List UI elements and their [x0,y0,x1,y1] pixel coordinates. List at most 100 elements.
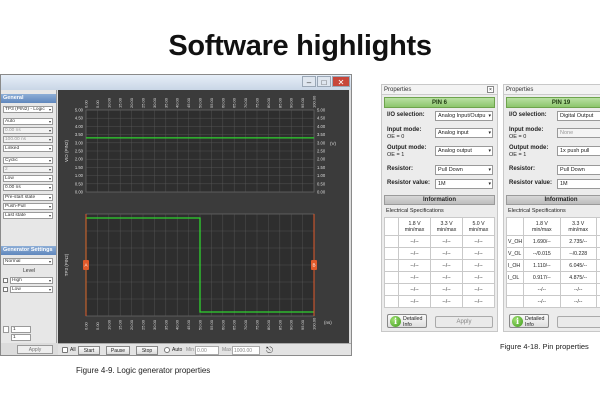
resistor-select[interactable]: Pull Down [557,165,600,175]
close-icon[interactable]: ✕ [332,76,350,87]
x-tick-label-bottom: 85.00 [277,319,282,330]
setting-field[interactable]: Auto ▾ [3,118,53,125]
max-label: Max [222,347,232,353]
setting-field[interactable]: 0.00 ns ▾ [3,127,53,134]
y-tick-label-right: 5.00 [317,108,326,113]
apply-button[interactable]: Apply [435,316,493,328]
x-tick-label-bottom: 60.00 [220,319,225,330]
setting-field[interactable]: Linked ▾ [3,145,53,152]
properties-header: Properties [382,85,497,95]
maximize-icon[interactable]: □ [317,76,331,87]
setting-field[interactable]: Push-Pull ▾ [3,203,53,210]
row-name-cell [384,247,399,260]
x-tick-label-top: 50.00 [198,97,203,108]
section-generator-settings[interactable]: Generator Settings [1,246,56,255]
setting-field[interactable]: Pre-start state ▾ [3,194,53,201]
max-input[interactable]: 1000.00 [232,346,260,355]
input-mode-label-text: Input mode: [387,127,422,133]
spin-a[interactable]: 1 [11,326,31,333]
table-cell: 6.045/-- [559,259,597,272]
information-header[interactable]: Information [506,195,600,205]
signal-plot-svg[interactable]: 5.00 5.00 4.50 4.50 4.00 4.00 3.50 3.50 3.00 3.00… [58,90,349,343]
table-cell: 7.21 [595,271,600,284]
mode-select[interactable]: Normal ▾ [3,258,53,265]
setting-field[interactable]: Low ▾ [3,175,53,182]
chevron-down-icon: ▾ [48,107,51,112]
y-tick-label: 3.00 [75,140,84,145]
apply-button[interactable] [557,316,600,328]
y-tick-label-right: 0.00 [317,190,326,195]
detailed-info-button[interactable]: i Detailed Info [509,314,549,328]
x-tick-label-top: 5.00 [95,99,100,108]
output-mode-label-text: Output mode: [387,145,427,151]
table-row: --/----/----/ [505,283,600,296]
table-row: V_OL--/0.015--/0.228--/0. [505,247,600,260]
io-selection-select[interactable]: Analog Input/Outpu ▾ [435,111,493,121]
level-high-select[interactable]: High ▾ [10,277,53,284]
table-cell: --/0.015 [523,247,561,260]
all-checkbox[interactable] [62,347,68,353]
spin-b[interactable]: 1 [11,334,31,341]
table-row: --/-- --/-- --/-- [384,271,495,284]
stop-button[interactable]: Stop [136,346,158,355]
input-mode-select[interactable]: None [557,128,600,138]
table-row: --/-- --/-- --/-- [384,247,495,260]
output-mode-select[interactable]: Analog output ▾ [435,146,493,156]
input-mode-select[interactable]: Analog input ▾ [435,128,493,138]
chevron-down-icon: ▾ [48,128,51,133]
export-icon[interactable]: ⎋ [266,345,273,355]
logic-generator-window: – □ ✕ General TP3 (PIN2) - Logic ▾ Auto ▾ 0… [0,74,352,356]
resistor-value-select[interactable]: 1M ▾ [435,179,493,189]
table-cell: 4.19 [595,235,600,248]
info-icon: i [390,316,401,327]
detailed-info-button[interactable]: i Detailed Info [387,314,427,328]
x-tick-label-bottom: 100.00 [312,317,317,330]
io-selection-value: Analog Input/Outpu [438,113,486,119]
table-cell: --/-- [430,247,463,260]
io-selection-value: Digital Output [560,113,594,119]
setting-field[interactable]: Last state ▾ [3,212,53,219]
start-button[interactable]: Start [78,346,100,355]
x-tick-label-top: 75.00 [255,97,260,108]
table-header-cell [505,217,525,236]
io-selection-select[interactable]: Digital Output [557,111,600,121]
information-header[interactable]: Information [384,195,495,205]
section-general[interactable]: General [1,94,56,103]
level-low-color-swatch[interactable] [3,287,8,292]
row-name-cell [384,235,399,248]
pause-button[interactable]: Pause [106,346,130,355]
chevron-down-icon: ▾ [48,176,51,181]
x-tick-label-bottom: 35.00 [163,319,168,330]
apply-button[interactable]: Apply [17,345,53,354]
row-name-cell [384,271,399,284]
output-mode-select[interactable]: 1x push pull [557,146,600,156]
chevron-down-icon: ▾ [48,158,51,163]
chevron-down-icon: ▾ [488,113,491,119]
x-tick-label-top: 35.00 [163,97,168,108]
spin-b-value: 1 [13,335,16,340]
left-stepper-checkbox[interactable] [3,326,9,333]
setting-field[interactable]: 0.00 ns ▾ [3,184,53,191]
minimize-icon[interactable]: – [302,76,316,87]
resistor-select[interactable]: Pull Down ▾ [435,165,493,175]
level-high-color-swatch[interactable] [3,278,8,283]
min-input[interactable]: 0.00 [195,346,219,355]
table-cell: --/-- [523,295,561,308]
marker-b-label: B [312,263,315,268]
io-selection-label: I/O selection: [509,112,547,118]
setting-field[interactable]: Cyclic ▾ [3,157,53,164]
setting-field[interactable]: 100.00 ns ▾ [3,136,53,143]
pin-select[interactable]: TP3 (PIN2) - Logic ▾ [3,106,53,113]
resistor-value-select[interactable]: 1M [557,179,600,189]
y-tick-label: 1.50 [75,165,84,170]
setting-field[interactable]: 2 ▾ [3,166,53,173]
table-header-cell: 5 [595,217,600,236]
x-tick-label-top: 100.00 [312,95,317,108]
level-low-select[interactable]: Low ▾ [10,286,53,293]
auto-radio[interactable] [164,347,170,353]
row-name-cell [384,295,399,308]
table-cell: --/-- [462,271,495,284]
close-icon[interactable]: × [487,86,494,93]
x-tick-label-bottom: 70.00 [243,319,248,330]
setting-field-value: 100.00 ns [5,137,27,142]
